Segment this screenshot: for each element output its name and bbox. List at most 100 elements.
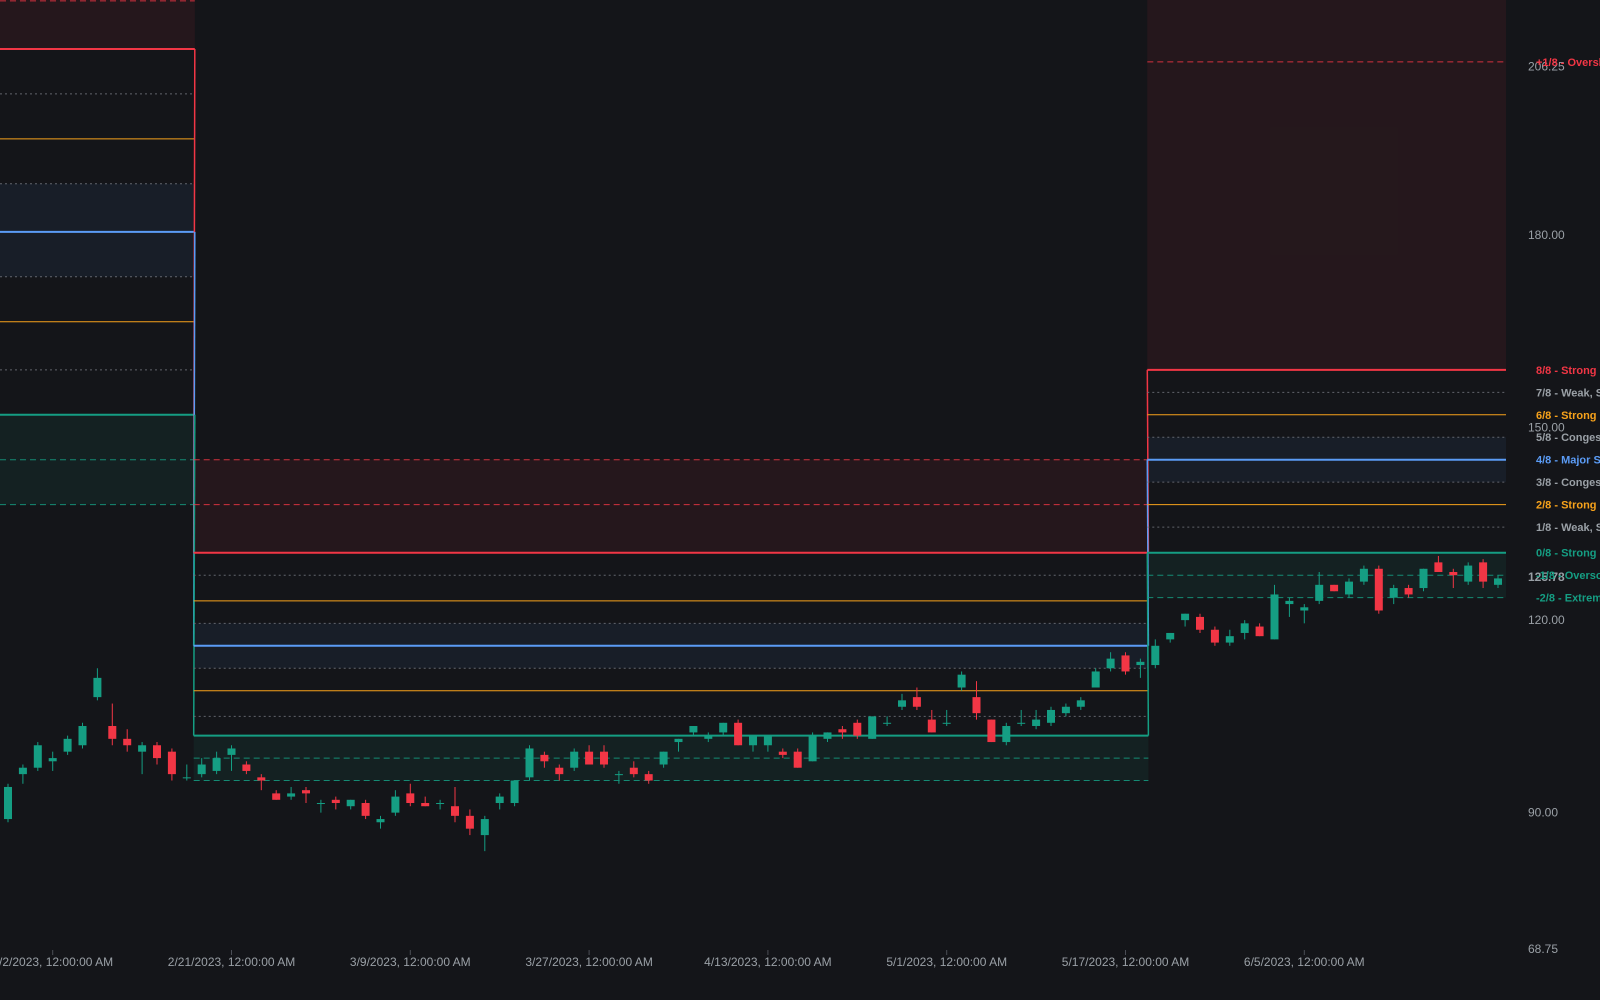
candle-body — [793, 751, 802, 768]
candle-body — [78, 726, 87, 746]
candle-body — [1374, 568, 1383, 611]
time-tick-label: 2/21/2023, 12:00:00 AM — [168, 955, 295, 969]
candle-body — [823, 732, 832, 739]
price-tick-label: 90.00 — [1528, 806, 1558, 820]
candle-body — [480, 819, 489, 836]
candle-body — [808, 735, 817, 762]
candle-body — [778, 751, 787, 755]
level-label: 6/8 - Strong Pivot Reverse — [1536, 410, 1600, 422]
candle-body — [644, 774, 653, 781]
candle-body — [495, 796, 504, 804]
candle-body — [719, 722, 728, 733]
candle-body — [704, 735, 713, 739]
candle-body — [1047, 709, 1055, 723]
candle-body — [465, 815, 474, 829]
candle-body — [287, 793, 296, 797]
candle-body — [912, 697, 921, 707]
candle-body — [1404, 588, 1413, 595]
level-label: 7/8 - Weak, Stall and Reverse — [1536, 387, 1600, 399]
level-label: 4/8 - Major Support/Resistance — [1536, 455, 1600, 467]
level-label: 8/8 - Strong Resistance — [1536, 365, 1600, 377]
candle — [1002, 722, 1011, 746]
candle — [987, 719, 996, 743]
candle-body — [540, 754, 549, 762]
candle-body — [346, 799, 355, 807]
candle-body — [197, 764, 206, 775]
candle-body — [1419, 568, 1428, 589]
candle — [525, 745, 534, 781]
candle-body — [1270, 594, 1279, 640]
level-label: -1/8 - Oversold — [1536, 570, 1600, 582]
candle-body — [510, 780, 519, 804]
level-label: 1/8 - Weak, Stall and Reverse — [1536, 522, 1600, 534]
price-tick-label: 68.75 — [1528, 942, 1558, 956]
candle-body — [1032, 719, 1041, 727]
candle-body — [1076, 700, 1085, 707]
time-tick-label: 6/5/2023, 12:00:00 AM — [1244, 955, 1365, 969]
candle-body — [1091, 671, 1100, 688]
candle-body — [451, 806, 459, 816]
candle-body — [361, 803, 370, 816]
murrey-math-chart[interactable]: 206.25180.00150.00120.0090.0068.75125.78… — [0, 0, 1600, 1000]
candle-body — [763, 735, 772, 746]
candle-body — [898, 700, 906, 707]
candle-body — [1061, 706, 1070, 714]
candle-body — [1136, 661, 1145, 666]
candle-body — [1225, 636, 1234, 643]
candle-body — [1255, 626, 1264, 637]
candle-body — [376, 819, 385, 823]
candle-body — [421, 803, 430, 807]
candle — [33, 742, 42, 771]
price-tick-label: 180.00 — [1528, 228, 1565, 242]
candle — [868, 716, 877, 739]
candle-body — [927, 719, 936, 733]
candle-body — [316, 803, 325, 805]
candle — [1121, 652, 1130, 675]
candle-body — [257, 777, 266, 781]
candle-body — [182, 777, 191, 779]
candle-body — [1315, 584, 1324, 601]
price-tick-label: 120.00 — [1528, 613, 1565, 627]
candle-body — [1017, 722, 1026, 724]
candle-body — [629, 767, 638, 775]
candle-body — [614, 774, 623, 776]
candle-body — [734, 722, 743, 746]
candle-body — [1464, 565, 1473, 582]
candle — [1419, 568, 1428, 592]
candle-body — [674, 738, 683, 743]
level-label: 5/8 - Congestion Upper — [1536, 432, 1600, 444]
candle-body — [331, 799, 340, 804]
candle-body — [1434, 562, 1443, 572]
candle — [1330, 584, 1339, 592]
candle-body — [570, 751, 579, 768]
candle — [734, 719, 743, 746]
time-tick-label: 5/1/2023, 12:00:00 AM — [886, 955, 1007, 969]
level-label: -2/8 - Extreme Oversold — [1536, 593, 1600, 605]
candle-body — [1151, 645, 1160, 666]
candle-body — [1300, 607, 1309, 611]
time-tick-label: 3/9/2023, 12:00:00 AM — [350, 955, 471, 969]
candle-body — [585, 751, 594, 765]
level-label: +1/8 - Overshoot — [1536, 57, 1600, 69]
candle-body — [63, 738, 72, 752]
candle-body — [1106, 658, 1115, 669]
candle-body — [883, 722, 892, 724]
candle-body — [555, 767, 564, 775]
time-tick-label: 4/13/2023, 12:00:00 AM — [704, 955, 831, 969]
candle-body — [1330, 584, 1339, 592]
candle-body — [436, 803, 445, 805]
candle-body — [18, 767, 27, 775]
candle-body — [391, 796, 400, 813]
candle-body — [525, 748, 534, 778]
candle-body — [942, 722, 951, 724]
candle — [78, 722, 87, 749]
overshoot-band — [1147, 0, 1506, 370]
candle-body — [957, 674, 966, 688]
candle-body — [1181, 613, 1190, 621]
candle-body — [1389, 588, 1398, 598]
level-label: 3/8 - Congestion Lower — [1536, 477, 1600, 489]
candle-body — [302, 790, 310, 794]
candle-body — [1479, 562, 1488, 582]
overshoot-band — [0, 0, 195, 49]
candle — [570, 748, 579, 771]
